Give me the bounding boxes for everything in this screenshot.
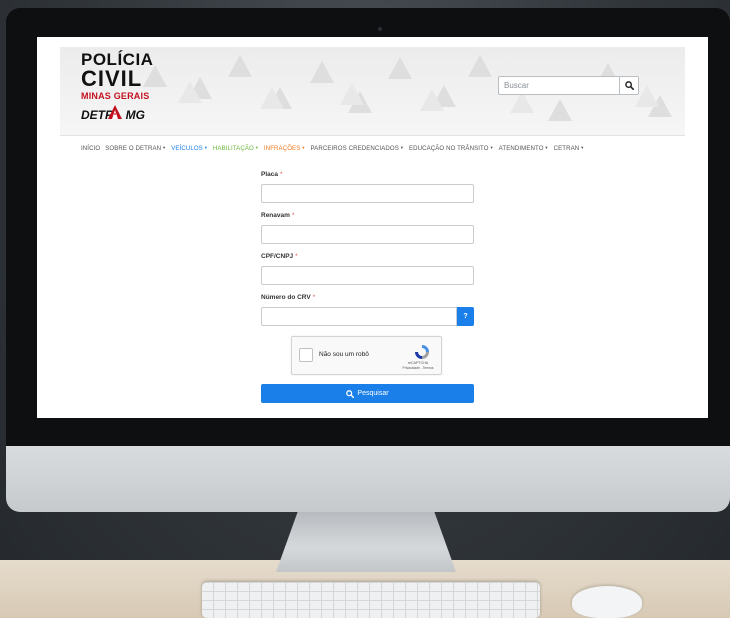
nav-item-parceiros-credenciados[interactable]: PARCEIROS CREDENCIADOS▼ [310, 145, 404, 152]
nav-item-label: SOBRE O DETRAN [105, 144, 162, 152]
search-icon [346, 389, 355, 398]
mouse [572, 586, 642, 618]
chevron-down-icon: ▼ [489, 144, 494, 150]
nav-item-label: EDUCAÇÃO NO TRÂNSITO [408, 144, 489, 152]
recaptcha-terms-link[interactable]: Privacidade - Termos [395, 366, 441, 371]
search-box [498, 76, 639, 95]
renavam-input[interactable] [261, 225, 474, 244]
search-button[interactable] [619, 77, 638, 94]
monitor-chin [6, 446, 730, 512]
logo[interactable]: POLÍCIA CIVIL MINAS GERAIS DETR MG [81, 51, 171, 122]
field-numero-crv: Número do CRV * ? [261, 293, 474, 326]
cpf-cnpj-input[interactable] [261, 266, 474, 285]
placa-label: Placa * [261, 171, 283, 178]
site-header: POLÍCIA CIVIL MINAS GERAIS DETR MG [60, 47, 685, 135]
chevron-down-icon: ▼ [203, 144, 208, 150]
search-icon [624, 81, 634, 90]
browser-screen: POLÍCIA CIVIL MINAS GERAIS DETR MG Busca… [37, 37, 708, 418]
nav-item-atendimento[interactable]: ATENDIMENTO▼ [499, 145, 549, 152]
chevron-down-icon: ▼ [254, 144, 259, 150]
nav-item-label: PARCEIROS CREDENCIADOS [310, 144, 399, 152]
nav-item-infrações[interactable]: INFRAÇÕES▼ [264, 145, 306, 152]
nav-item-veículos[interactable]: VEÍCULOS▼ [171, 145, 208, 152]
chevron-down-icon: ▼ [580, 144, 585, 150]
renavam-label: Renavam * [261, 212, 295, 219]
field-renavam: Renavam * [261, 211, 474, 244]
search-form: Placa * Renavam * CPF/CNPJ * Número do CRV *… [261, 170, 474, 334]
numero-crv-group: ? [261, 307, 474, 326]
recaptcha-checkbox[interactable] [299, 348, 313, 362]
nav-item-habilitação[interactable]: HABILITAÇÃO▼ [213, 145, 259, 152]
recaptcha-icon [415, 345, 429, 359]
chevron-down-icon: ▼ [544, 144, 549, 150]
nav-item-início[interactable]: INÍCIO [81, 145, 100, 152]
placa-input[interactable] [261, 184, 474, 203]
field-placa: Placa * [261, 170, 474, 203]
nav-item-label: VEÍCULOS [171, 144, 203, 152]
logo-civil: CIVIL [81, 66, 143, 91]
nav-item-label: CETRAN [553, 144, 580, 152]
chevron-down-icon: ▼ [399, 144, 404, 150]
detran-road-icon [108, 105, 122, 119]
logo-detran-suffix: MG [125, 108, 146, 122]
nav-item-cetran[interactable]: CETRAN▼ [554, 145, 585, 152]
search-submit-button[interactable]: Pesquisar [261, 384, 474, 403]
logo-detran: DETR MG [81, 105, 171, 122]
numero-crv-label: Número do CRV * [261, 294, 316, 301]
keyboard [202, 582, 540, 618]
chevron-down-icon: ▼ [301, 144, 306, 150]
nav-item-sobre-o-detran[interactable]: SOBRE O DETRAN▼ [105, 145, 166, 152]
nav-divider [60, 135, 685, 136]
recaptcha-widget: Não sou um robô reCAPTCHA Privacidade - … [291, 336, 442, 375]
crv-help-button[interactable]: ? [457, 307, 474, 326]
nav-item-label: INÍCIO [81, 144, 101, 152]
logo-minas-gerais: MINAS GERAIS [81, 91, 150, 101]
recaptcha-label: Não sou um robô [319, 351, 369, 358]
nav-item-label: HABILITAÇÃO [212, 144, 254, 152]
field-cpf-cnpj: CPF/CNPJ * [261, 252, 474, 285]
nav-item-label: ATENDIMENTO [498, 144, 544, 152]
search-submit-label: Pesquisar [357, 390, 389, 397]
numero-crv-input[interactable] [261, 307, 457, 326]
search-input[interactable] [499, 77, 619, 94]
nav-item-educação-no-trânsito[interactable]: EDUCAÇÃO NO TRÂNSITO▼ [409, 145, 494, 152]
chevron-down-icon: ▼ [162, 144, 167, 150]
main-nav: INÍCIO SOBRE O DETRAN▼ VEÍCULOS▼ HABILITAÇÃ… [81, 142, 681, 154]
cpf-cnpj-label: CPF/CNPJ * [261, 253, 298, 260]
camera-dot [378, 27, 382, 31]
monitor-stand [276, 512, 456, 572]
nav-item-label: INFRAÇÕES [263, 144, 301, 152]
